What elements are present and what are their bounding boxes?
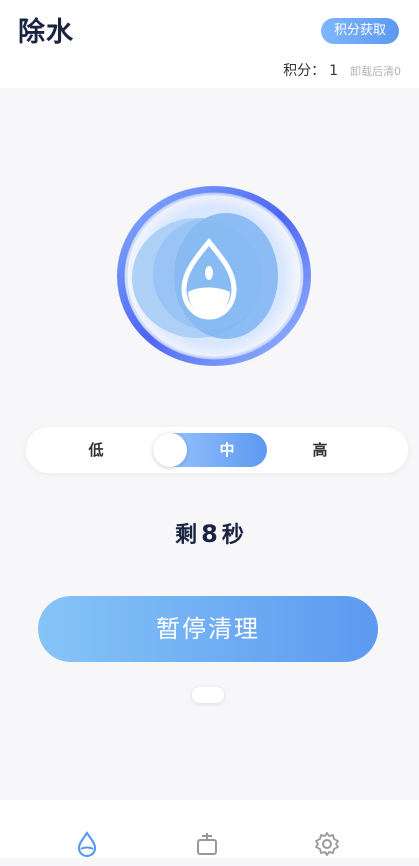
- remaining-prefix: 剩: [175, 523, 198, 548]
- level-medium-option[interactable]: 中: [153, 433, 267, 467]
- toggle-knob[interactable]: [153, 433, 187, 467]
- level-medium-label: 中: [219, 441, 235, 459]
- remaining-time: 剩8秒: [0, 517, 419, 549]
- remaining-suffix: 秒: [221, 523, 244, 548]
- page-title: 除水: [18, 17, 74, 48]
- cleaner-icon: [197, 833, 217, 855]
- level-high-option[interactable]: 高: [290, 427, 350, 473]
- pause-cleaning-button[interactable]: 暂停清理: [38, 596, 378, 662]
- tab-water[interactable]: [73, 830, 109, 866]
- points-label: 积分：: [283, 63, 326, 79]
- remaining-seconds: 8: [201, 520, 218, 548]
- points-row: 积分： 1 卸载后清0: [283, 60, 401, 80]
- points-note: 卸载后清0: [350, 65, 401, 78]
- bottom-tab-bar: [0, 800, 419, 858]
- tab-cleaner[interactable]: [193, 830, 229, 866]
- level-low-option[interactable]: 低: [66, 427, 126, 473]
- get-points-button[interactable]: 积分获取: [321, 18, 399, 44]
- intensity-selector: 低 中 高: [26, 427, 408, 473]
- water-drop-icon: [77, 831, 97, 858]
- tab-settings[interactable]: [313, 830, 349, 866]
- water-drop-graphic: [116, 178, 312, 374]
- water-drop-visual: [114, 178, 314, 374]
- gear-icon: [315, 832, 339, 856]
- drag-handle[interactable]: [192, 687, 224, 703]
- points-value: 1: [329, 63, 338, 79]
